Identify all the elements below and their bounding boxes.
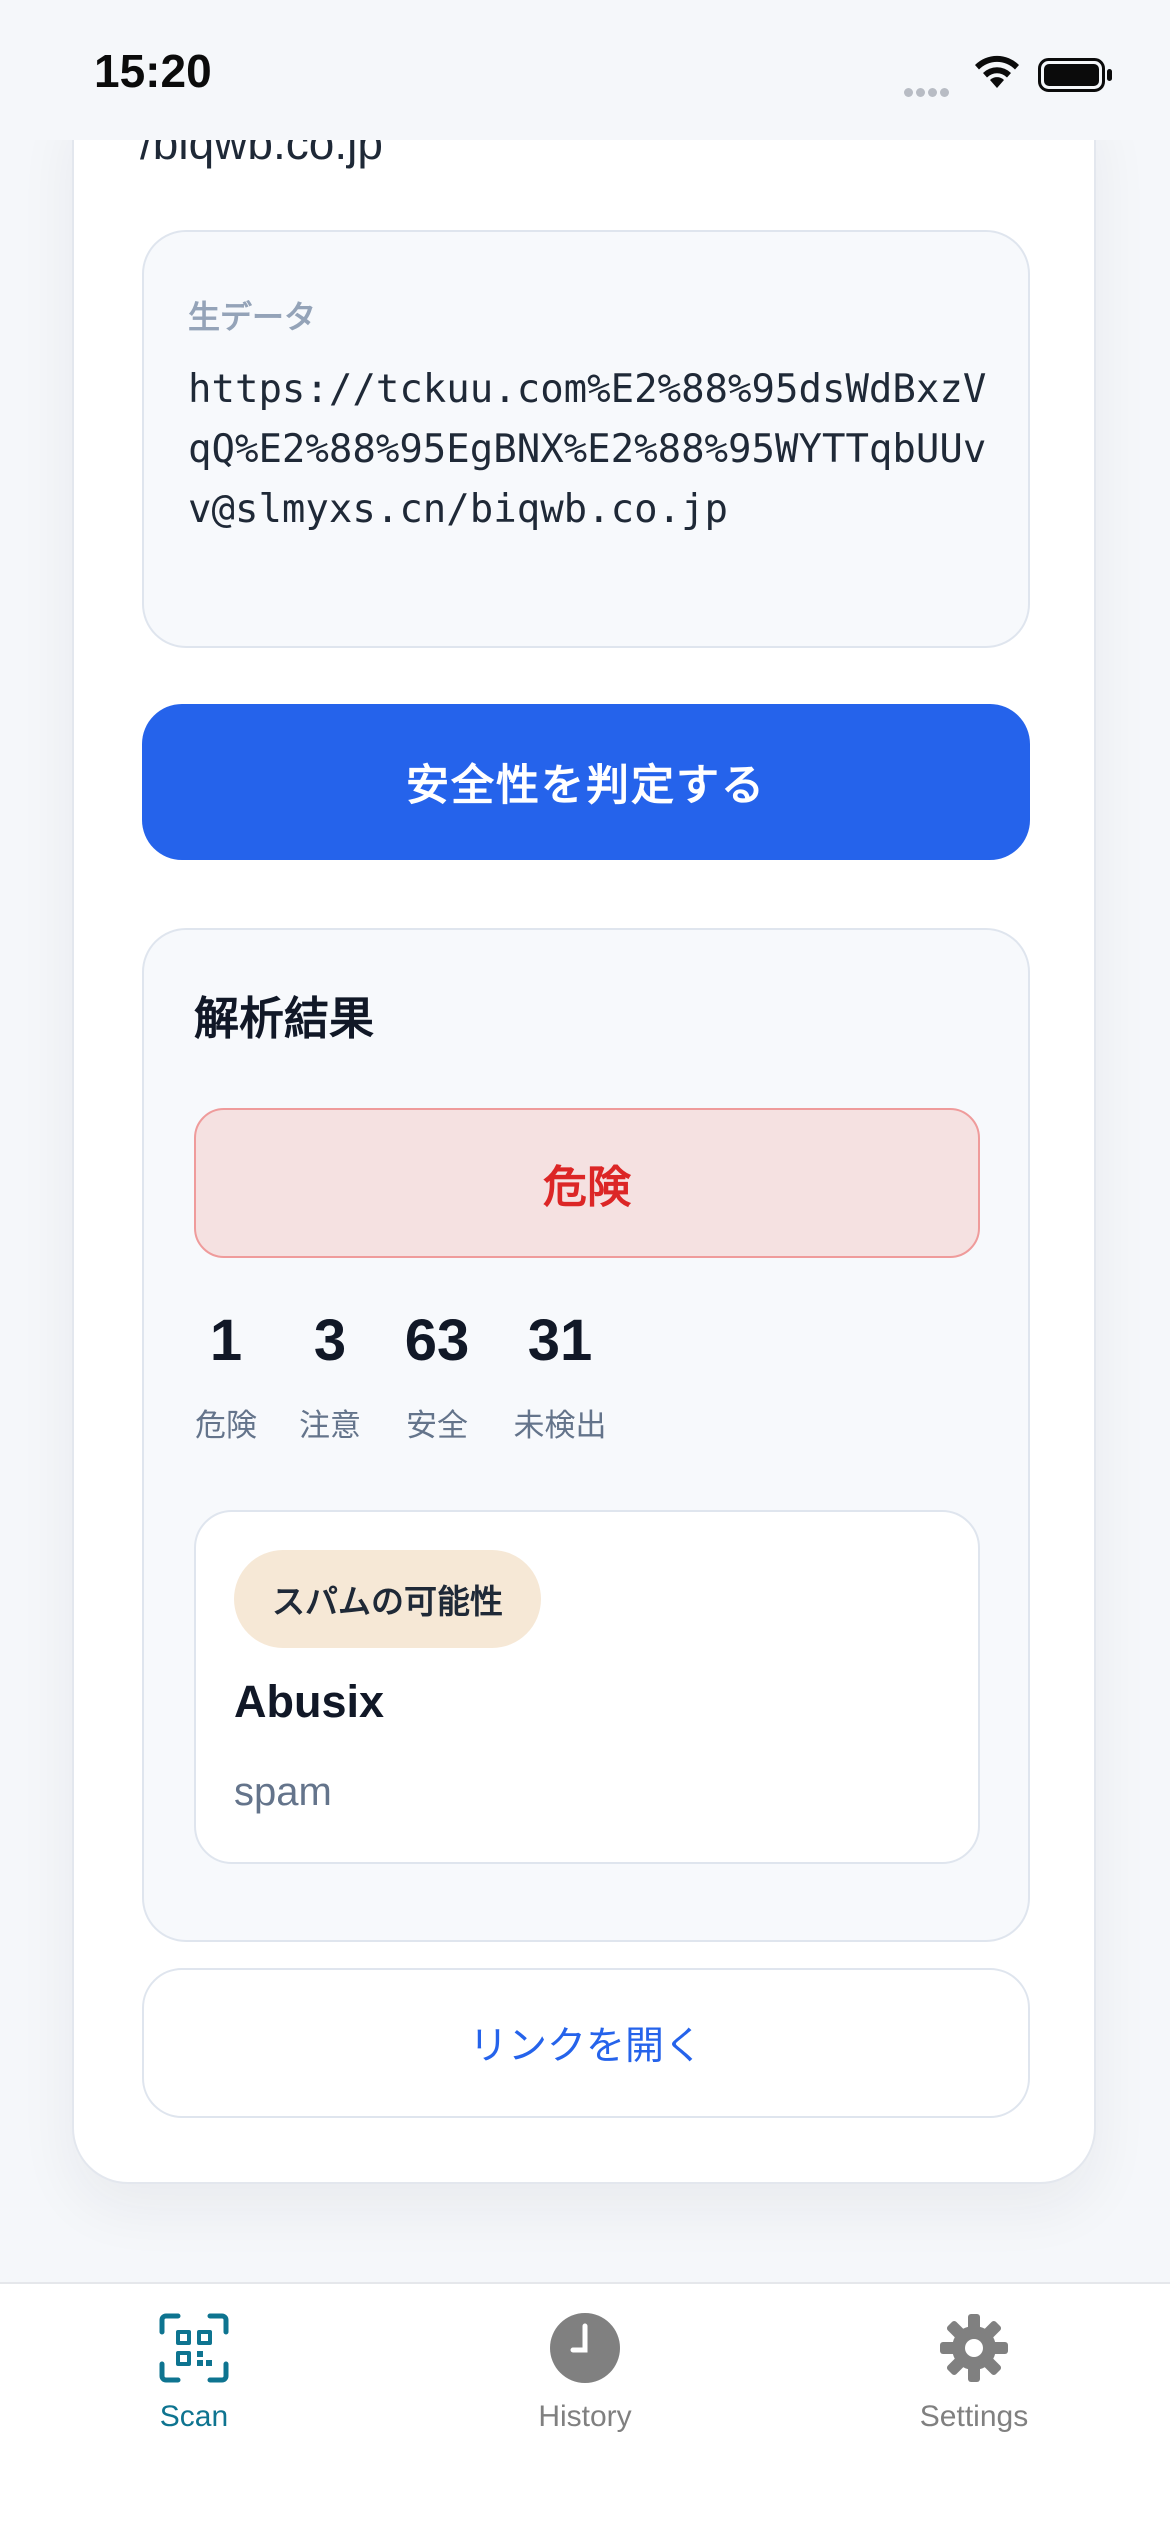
tab-bar: Scan History Settings: [0, 2282, 1170, 2532]
stat-value: 3: [313, 1308, 347, 1373]
tab-label: History: [538, 2400, 632, 2433]
tab-settings[interactable]: Settings: [874, 2302, 1074, 2434]
stat-value: 1: [209, 1308, 243, 1373]
stat-value: 63: [404, 1308, 470, 1373]
clock-icon: [485, 2302, 685, 2394]
stat-label: 危険: [195, 1408, 257, 1444]
raw-data-value: https://tckuu.com%E2%88%95dsWdBxzVqQ%E2%…: [188, 367, 987, 532]
stat-harmless: 63 安全: [398, 1306, 476, 1445]
stat-suspicious: 3 注意: [298, 1306, 362, 1445]
gear-icon: [874, 2302, 1074, 2394]
stat-undetected: 31 未検出: [510, 1306, 610, 1445]
qr-scan-icon: [94, 2302, 294, 2394]
verdict-banner: 危険: [194, 1108, 980, 1258]
cellular-signal-icon: [904, 82, 952, 101]
scan-result-screen: 15:20 /biqwb.co.jp 生データ https://tckuu.co…: [0, 0, 1170, 2532]
category-badge: スパムの可能性: [234, 1550, 541, 1648]
result-title: 解析結果: [194, 992, 375, 1045]
stat-label: 安全: [406, 1408, 468, 1444]
engine-result: spam: [234, 1770, 332, 1814]
engine-name: Abusix: [234, 1676, 385, 1727]
stat-label: 未検出: [513, 1408, 607, 1444]
open-link-button[interactable]: リンクを開く: [142, 1968, 1030, 2118]
tab-scan[interactable]: Scan: [94, 2302, 294, 2434]
scan-detail-card: /biqwb.co.jp 生データ https://tckuu.com%E2%8…: [72, 80, 1096, 2184]
stat-malicious: 1 危険: [194, 1306, 258, 1445]
wifi-icon: [970, 52, 1024, 96]
battery-icon: [1038, 58, 1114, 96]
engine-result-card: スパムの可能性 Abusix spam: [194, 1510, 980, 1864]
check-safety-button[interactable]: 安全性を判定する: [142, 704, 1030, 860]
stat-value: 31: [527, 1308, 593, 1373]
status-time: 15:20: [94, 45, 212, 97]
tab-label: Settings: [919, 2400, 1029, 2433]
analysis-result-card: 解析結果 危険 1 危険 3 注意 63 安全 31 未検出 スパムの可能性 A…: [142, 928, 1030, 1942]
raw-data-box: 生データ https://tckuu.com%E2%88%95dsWdBxzVq…: [142, 230, 1030, 648]
tab-history[interactable]: History: [485, 2302, 685, 2434]
tab-label: Scan: [159, 2400, 229, 2433]
stat-label: 注意: [299, 1408, 361, 1444]
raw-data-label: 生データ: [188, 298, 317, 336]
status-bar: 15:20: [0, 0, 1170, 140]
